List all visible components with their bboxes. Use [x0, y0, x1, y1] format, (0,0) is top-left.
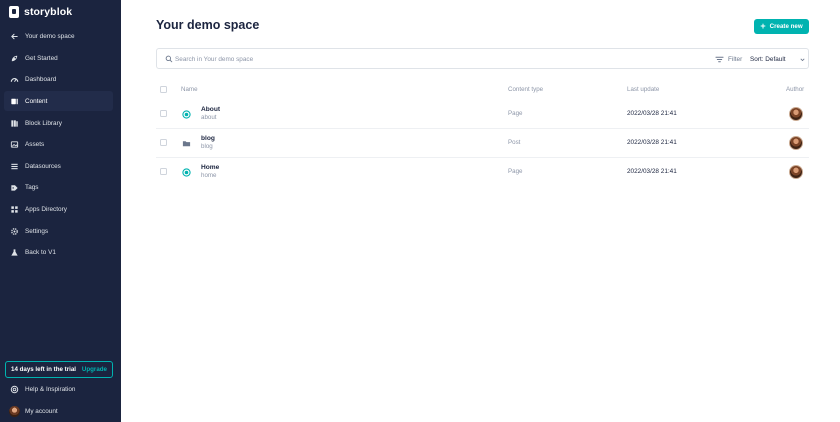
sidebar-item-datasources[interactable]: Datasources	[4, 156, 113, 176]
sidebar-item-label: Apps Directory	[25, 205, 67, 213]
tag-icon	[4, 183, 25, 192]
sidebar-item-back-to-space[interactable]: Your demo space	[4, 26, 113, 46]
author-avatar	[789, 165, 803, 179]
row-name: blog	[201, 135, 215, 142]
sidebar-item-label: Your demo space	[25, 32, 75, 40]
rocket-icon	[4, 54, 25, 63]
sidebar-item-label: Back to V1	[25, 248, 56, 256]
trial-banner: 14 days left in the trial Upgrade	[5, 361, 113, 378]
content-icon	[4, 97, 25, 106]
sidebar-item-label: Help & Inspiration	[25, 385, 76, 393]
block-library-icon	[4, 119, 25, 128]
sidebar-item-back-to-v1[interactable]: Back to V1	[4, 242, 113, 262]
flask-icon	[4, 248, 25, 257]
sidebar-item-dashboard[interactable]: Dashboard	[4, 69, 113, 89]
column-header-content-type[interactable]: Content type	[508, 86, 543, 93]
table-row[interactable]: Home home Page 2022/03/28 21:41	[156, 158, 809, 186]
sidebar-item-label: Block Library	[25, 119, 62, 127]
column-header-last-update[interactable]: Last update	[627, 86, 659, 93]
row-content-type: Page	[508, 168, 523, 175]
row-content-type: Post	[508, 139, 521, 146]
trial-text: 14 days left in the trial	[11, 366, 76, 373]
row-last-update: 2022/03/28 21:41	[627, 110, 677, 117]
chevron-down-icon	[800, 58, 805, 61]
sidebar-item-my-account[interactable]: My account	[4, 401, 113, 421]
row-name: About	[201, 106, 221, 113]
search-bar: Filter Sort: Default	[156, 48, 809, 69]
folder-icon	[181, 138, 191, 148]
upgrade-link[interactable]: Upgrade	[82, 366, 107, 373]
sidebar-item-label: My account	[25, 407, 58, 415]
sidebar-item-label: Dashboard	[25, 75, 57, 83]
row-checkbox[interactable]	[160, 139, 167, 146]
row-last-update: 2022/03/28 21:41	[627, 168, 677, 175]
help-icon	[4, 385, 25, 394]
select-all-checkbox[interactable]	[160, 86, 167, 93]
sort-dropdown[interactable]: Sort: Default	[750, 53, 806, 65]
table-row[interactable]: About about Page 2022/03/28 21:41	[156, 100, 809, 128]
column-header-author[interactable]: Author	[786, 86, 804, 93]
create-new-label: Create new	[769, 23, 803, 30]
search-input[interactable]	[175, 52, 475, 66]
sidebar-item-label: Content	[25, 97, 48, 105]
page-title: Your demo space	[156, 18, 260, 32]
row-slug: about	[201, 114, 217, 121]
sidebar-item-settings[interactable]: Settings	[4, 221, 113, 241]
author-avatar	[789, 107, 803, 121]
row-last-update: 2022/03/28 21:41	[627, 139, 677, 146]
page-published-icon	[181, 109, 191, 119]
sidebar-item-label: Assets	[25, 140, 45, 148]
table-row[interactable]: blog blog Post 2022/03/28 21:41	[156, 129, 809, 157]
sidebar-item-assets[interactable]: Assets	[4, 134, 113, 154]
sidebar-item-help[interactable]: Help & Inspiration	[4, 379, 113, 399]
sidebar: storyblok Your demo space Get Started Da…	[0, 0, 121, 422]
apps-icon	[4, 205, 25, 214]
plus-icon: +	[760, 21, 766, 31]
row-slug: blog	[201, 143, 213, 150]
sidebar-item-label: Settings	[25, 227, 49, 235]
assets-icon	[4, 140, 25, 149]
sidebar-item-tags[interactable]: Tags	[4, 177, 113, 197]
row-slug: home	[201, 172, 217, 179]
row-name: Home	[201, 164, 220, 171]
storyblok-logo-icon	[9, 6, 19, 18]
brand-name: storyblok	[24, 6, 73, 18]
sidebar-item-apps-directory[interactable]: Apps Directory	[4, 199, 113, 219]
search-icon	[165, 55, 173, 63]
sidebar-item-content[interactable]: Content	[4, 91, 113, 111]
sidebar-item-label: Get Started	[25, 54, 58, 62]
row-content-type: Page	[508, 110, 523, 117]
row-checkbox[interactable]	[160, 110, 167, 117]
sidebar-item-block-library[interactable]: Block Library	[4, 113, 113, 133]
datasources-icon	[4, 162, 25, 171]
row-checkbox[interactable]	[160, 168, 167, 175]
dashboard-icon	[4, 75, 25, 84]
brand[interactable]: storyblok	[9, 5, 72, 19]
sidebar-item-label: Tags	[25, 183, 39, 191]
page-published-icon	[181, 167, 191, 177]
sort-label: Sort: Default	[750, 55, 786, 63]
arrow-left-icon	[4, 32, 25, 41]
filter-button[interactable]: Filter	[715, 53, 742, 65]
create-new-button[interactable]: + Create new	[754, 19, 809, 34]
gear-icon	[4, 227, 25, 236]
sidebar-item-label: Datasources	[25, 162, 61, 170]
sidebar-item-get-started[interactable]: Get Started	[4, 48, 113, 68]
filter-label: Filter	[728, 55, 743, 63]
filter-icon	[715, 56, 724, 62]
column-header-name[interactable]: Name	[181, 86, 198, 93]
author-avatar	[789, 136, 803, 150]
avatar	[9, 405, 20, 417]
